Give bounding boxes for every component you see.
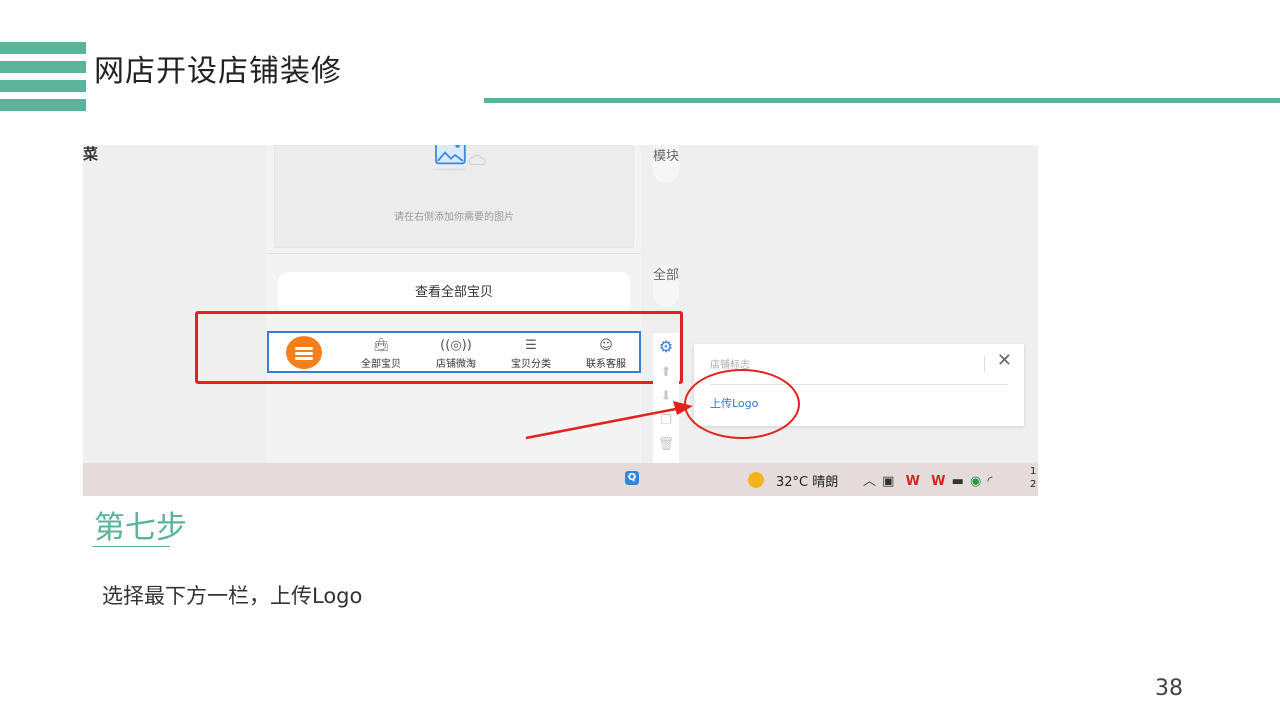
copy-icon[interactable]: ❐ <box>653 413 679 428</box>
wps-icon[interactable]: W <box>906 474 920 489</box>
app-q-icon[interactable]: Q <box>625 471 639 485</box>
weather-text: 32°C 晴朗 <box>776 475 839 490</box>
page-number: 38 <box>1155 676 1183 701</box>
step-underline <box>92 546 170 547</box>
wps-icon-2[interactable]: W <box>931 474 945 489</box>
windows-taskbar: Q 32°C 晴朗 ︿ ▣ W W ▬ ◉ ◜ 12 <box>83 463 1038 496</box>
arrow-up-icon[interactable]: ⬆ <box>653 365 679 380</box>
trash-icon[interactable]: 🗑︎ <box>653 437 679 452</box>
slide-title: 网店开设店铺装修 <box>94 54 342 89</box>
close-icon[interactable]: ✕ <box>997 350 1012 371</box>
battery-icon[interactable]: ▬ <box>952 474 964 489</box>
highlight-ellipse <box>684 369 800 439</box>
image-module-card[interactable]: 请在右侧添加你需要的图片 <box>274 145 634 248</box>
embedded-screenshot: 菜 请在右侧添加你需要的图片 查看全部宝贝 👜︎ 全部宝贝 ((◎)) 店铺微淘… <box>83 145 1038 496</box>
highlight-box <box>195 311 683 384</box>
view-all-button[interactable]: 查看全部宝贝 <box>278 272 630 314</box>
side-tab-all[interactable]: 全部 <box>653 265 679 307</box>
shield-icon[interactable]: ◉ <box>970 474 981 489</box>
sun-icon <box>748 472 764 488</box>
wifi-icon[interactable]: ◜ <box>987 474 992 489</box>
step-title: 第七步 <box>94 510 187 546</box>
tray-app-icon[interactable]: ▣ <box>882 474 894 489</box>
module-toolbar: ⚙ ⬆ ⬇ ❐ 🗑︎ <box>653 333 679 463</box>
title-rule <box>484 98 1280 103</box>
clock-partial: 12 <box>1030 466 1037 490</box>
side-tab-modules[interactable]: 模块 <box>653 145 679 183</box>
image-placeholder-icon <box>431 145 486 171</box>
step-description: 选择最下方一栏，上传Logo <box>102 584 363 608</box>
panel-divider <box>984 356 985 372</box>
system-tray: ︿ ▣ W W ▬ ◉ ◜ <box>863 470 995 489</box>
image-hint-text: 请在右侧添加你需要的图片 <box>394 212 514 223</box>
chevron-up-icon[interactable]: ︿ <box>863 474 876 489</box>
arrow-down-icon[interactable]: ⬇ <box>653 389 679 404</box>
side-tab-label: 全部 <box>653 268 680 283</box>
sidebar-edge-text: 菜 <box>83 145 99 163</box>
gear-icon[interactable]: ⚙ <box>653 337 679 356</box>
side-tab-label: 模块 <box>653 149 680 164</box>
header-stripes <box>0 42 86 112</box>
divider <box>267 253 641 254</box>
